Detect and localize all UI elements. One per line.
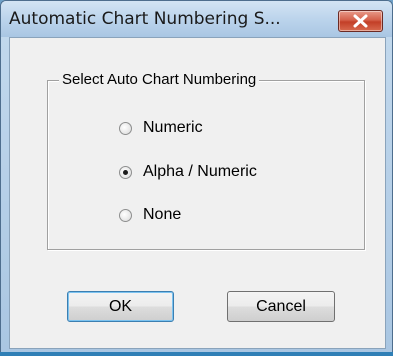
radio-numeric[interactable]: Numeric: [119, 119, 203, 137]
radio-button-none[interactable]: [119, 208, 132, 222]
radio-none[interactable]: None: [119, 206, 181, 224]
group-label: Select Auto Chart Numbering: [59, 72, 260, 88]
window-bottom-edge: [0, 352, 393, 356]
dialog-window: Automatic Chart Numbering S... Select Au…: [0, 0, 393, 356]
close-button[interactable]: [338, 10, 383, 32]
close-icon: [353, 14, 368, 28]
cancel-button[interactable]: Cancel: [227, 291, 335, 322]
ok-button[interactable]: OK: [67, 291, 174, 322]
radio-alpha-numeric[interactable]: Alpha / Numeric: [119, 163, 257, 181]
title-bar[interactable]: Automatic Chart Numbering S...: [1, 1, 392, 37]
radio-button-alpha-numeric[interactable]: [119, 165, 132, 179]
radio-button-numeric[interactable]: [119, 121, 132, 135]
dialog-title: Automatic Chart Numbering S...: [9, 9, 281, 29]
dialog-client-area: Select Auto Chart Numbering Numeric Alph…: [9, 37, 386, 349]
radio-label-none[interactable]: None: [143, 206, 181, 224]
radio-label-alpha-numeric[interactable]: Alpha / Numeric: [143, 163, 257, 181]
radio-label-numeric[interactable]: Numeric: [143, 119, 203, 137]
